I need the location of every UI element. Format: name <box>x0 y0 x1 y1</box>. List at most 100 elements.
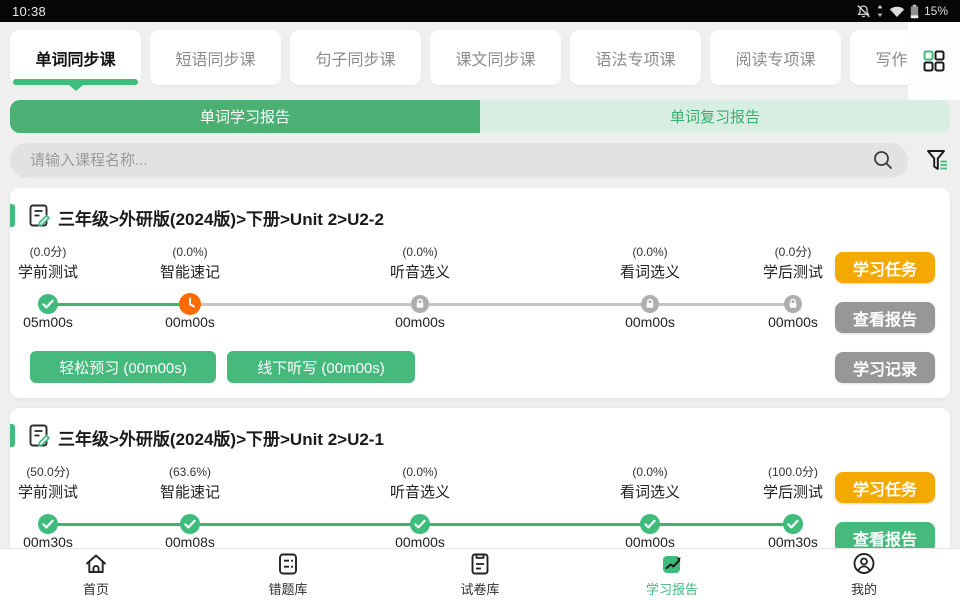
step-see-choose: (0.0%) 看词选义 <box>580 244 720 283</box>
status-bar: 10:38 15% <box>0 0 960 22</box>
step-name: 学后测试 <box>723 482 863 503</box>
step-status-locked-icon[interactable] <box>411 295 429 313</box>
sub-tab-review-report[interactable]: 单词复习报告 <box>480 100 950 133</box>
step-score: (0.0%) <box>120 244 260 260</box>
step-score: (0.0%) <box>350 464 490 480</box>
profile-icon <box>851 551 877 577</box>
nav-label: 学习报告 <box>646 579 698 598</box>
nav-label: 错题库 <box>268 579 307 598</box>
grid-menu-icon[interactable] <box>922 49 946 73</box>
course-card-u2-2: 三年级>外研版(2024版)>下册>Unit 2>U2-2 (0.0分) 学前测… <box>10 188 950 398</box>
active-tab-notch <box>68 84 84 91</box>
step-score: (0.0%) <box>580 464 720 480</box>
step-status-done-icon[interactable] <box>180 514 200 534</box>
tab-label: 阅读专项课 <box>735 46 815 70</box>
tab-reading-special[interactable]: 阅读专项课 <box>710 30 841 85</box>
course-tab-bar: 单词同步课 短语同步课 句子同步课 课文同步课 语法专项课 阅读专项课 写作专项… <box>0 22 960 100</box>
nav-label: 首页 <box>83 579 109 598</box>
step-status-locked-icon[interactable] <box>641 295 659 313</box>
notifications-off-icon <box>856 4 871 19</box>
tab-text-sync[interactable]: 课文同步课 <box>430 30 561 85</box>
tab-word-sync[interactable]: 单词同步课 <box>10 30 141 85</box>
course-title: 三年级>外研版(2024版)>下册>Unit 2>U2-1 <box>58 425 384 450</box>
tab-label: 单词同步课 <box>35 46 115 70</box>
step-score: (0.0%) <box>350 244 490 260</box>
filter-icon[interactable] <box>924 147 950 174</box>
step-name: 听音选义 <box>350 262 490 283</box>
battery-percent: 15% <box>924 4 948 18</box>
step-status-done-icon[interactable] <box>410 514 430 534</box>
step-time: 00m00s <box>580 314 720 330</box>
step-score: (0.0%) <box>580 244 720 260</box>
step-listen-choose: (0.0%) 听音选义 <box>350 244 490 283</box>
step-name: 学前测试 <box>0 262 118 283</box>
step-pre-test: (0.0分) 学前测试 <box>0 244 118 283</box>
step-time: 00m00s <box>350 314 490 330</box>
tab-label: 课文同步课 <box>455 46 535 70</box>
course-doc-icon <box>27 423 52 448</box>
step-name: 听音选义 <box>350 482 490 503</box>
step-pre-test: (50.0分) 学前测试 <box>0 464 118 503</box>
course-title: 三年级>外研版(2024版)>下册>Unit 2>U2-2 <box>58 205 384 230</box>
step-score: (0.0分) <box>0 244 118 260</box>
nav-home[interactable]: 首页 <box>0 549 192 600</box>
tab-overflow-strip <box>908 22 960 100</box>
sub-tab-study-report[interactable]: 单词学习报告 <box>10 100 480 133</box>
step-smart-memorize: (63.6%) 智能速记 <box>120 464 260 503</box>
step-status-done-icon[interactable] <box>783 514 803 534</box>
step-status-locked-icon[interactable] <box>784 295 802 313</box>
step-score: (63.6%) <box>120 464 260 480</box>
search-pill <box>10 143 908 178</box>
tab-label: 短语同步课 <box>175 46 255 70</box>
step-post-test: (0.0分) 学后测试 <box>723 244 863 283</box>
wrong-question-bank-icon <box>275 551 301 577</box>
search-input[interactable] <box>30 152 864 169</box>
tab-label: 句子同步课 <box>315 46 395 70</box>
exam-paper-bank-icon <box>467 551 493 577</box>
step-name: 看词选义 <box>580 482 720 503</box>
step-score: (100.0分) <box>723 464 863 480</box>
card-accent-bar <box>10 204 15 227</box>
bottom-nav: 首页 错题库 试卷库 <box>0 548 960 600</box>
easy-preview-button[interactable]: 轻松预习 (00m00s) <box>30 351 216 383</box>
tab-label: 语法专项课 <box>595 46 675 70</box>
search-row <box>10 143 950 178</box>
nav-label: 我的 <box>851 579 877 598</box>
tab-sentence-sync[interactable]: 句子同步课 <box>290 30 421 85</box>
sub-tab-label: 单词学习报告 <box>200 106 290 127</box>
nav-study-report[interactable]: 学习报告 <box>576 549 768 600</box>
nav-exam-paper-bank[interactable]: 试卷库 <box>384 549 576 600</box>
step-name: 智能速记 <box>120 262 260 283</box>
study-report-icon <box>659 551 685 577</box>
tab-phrase-sync[interactable]: 短语同步课 <box>150 30 281 85</box>
step-see-choose: (0.0%) 看词选义 <box>580 464 720 503</box>
study-record-button[interactable]: 学习记录 <box>835 352 935 383</box>
tab-grammar-special[interactable]: 语法专项课 <box>570 30 701 85</box>
app-screen: 10:38 15% 单词同步课 <box>0 0 960 600</box>
wifi-icon <box>889 5 905 18</box>
step-time: 00m00s <box>120 314 260 330</box>
step-status-done-icon[interactable] <box>38 514 58 534</box>
step-score: (0.0分) <box>723 244 863 260</box>
step-name: 学后测试 <box>723 262 863 283</box>
nav-label: 试卷库 <box>460 579 499 598</box>
progress-track-remaining <box>190 303 793 306</box>
step-time: 00m00s <box>723 314 863 330</box>
step-status-in-progress-icon[interactable] <box>179 293 201 315</box>
course-doc-icon <box>27 203 52 228</box>
step-status-done-icon[interactable] <box>640 514 660 534</box>
step-status-done-icon[interactable] <box>38 294 58 314</box>
nav-wrong-question-bank[interactable]: 错题库 <box>192 549 384 600</box>
step-name: 学前测试 <box>0 482 118 503</box>
step-post-test: (100.0分) 学后测试 <box>723 464 863 503</box>
network-arrows-icon <box>876 4 884 18</box>
battery-icon <box>910 4 919 19</box>
step-listen-choose: (0.0%) 听音选义 <box>350 464 490 503</box>
nav-profile[interactable]: 我的 <box>768 549 960 600</box>
step-name: 智能速记 <box>120 482 260 503</box>
status-icons: 15% <box>856 4 948 19</box>
offline-dictation-button[interactable]: 线下听写 (00m00s) <box>227 351 415 383</box>
course-tabs: 单词同步课 短语同步课 句子同步课 课文同步课 语法专项课 阅读专项课 写作专项… <box>10 30 960 85</box>
search-icon[interactable] <box>872 149 894 171</box>
report-sub-tabs: 单词学习报告 单词复习报告 <box>10 100 950 133</box>
